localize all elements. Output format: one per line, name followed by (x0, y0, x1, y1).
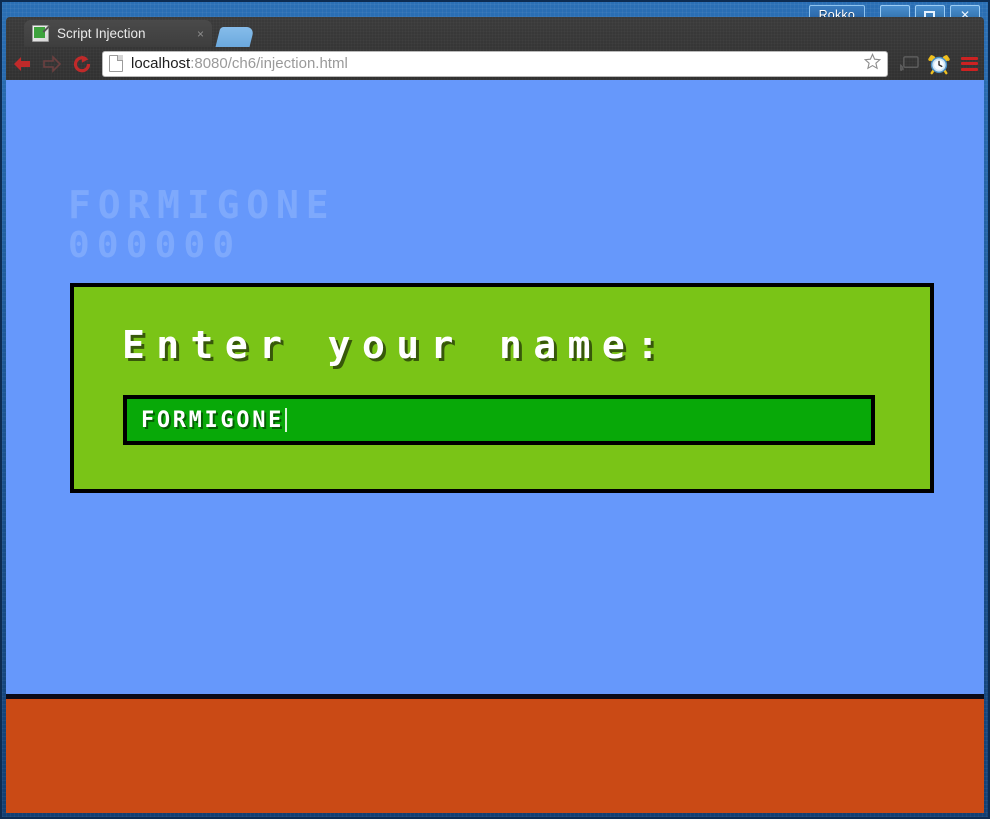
hud-player-name: FORMIGONE (68, 183, 336, 227)
name-entry-panel: Enter your name: FORMIGONE (70, 283, 934, 493)
tab-script-injection[interactable]: Script Injection × (24, 20, 212, 47)
browser-chrome: Script Injection × localhost:8080/ch6/in… (6, 17, 984, 80)
browser-window: Rokko Script Injection × (0, 0, 990, 819)
browser-toolbar: localhost:8080/ch6/injection.html (6, 47, 984, 80)
url-host: localhost (131, 56, 191, 71)
close-icon[interactable]: × (193, 27, 204, 41)
page-viewport: FORMIGONE 000000 Enter your name: FORMIG… (6, 80, 984, 813)
document-green-icon (32, 25, 49, 42)
reload-icon[interactable] (68, 50, 96, 78)
text-caret (284, 408, 287, 432)
tab-title: Script Injection (57, 26, 146, 41)
url-text: localhost:8080/ch6/injection.html (131, 56, 858, 71)
cast-icon[interactable] (894, 50, 924, 78)
new-tab-button[interactable] (215, 27, 255, 47)
name-input[interactable]: FORMIGONE (123, 395, 875, 445)
url-bar[interactable]: localhost:8080/ch6/injection.html (102, 50, 888, 77)
tab-strip: Script Injection × (6, 17, 984, 47)
prompt-label: Enter your name: (122, 323, 671, 367)
hud-score: 000000 (68, 225, 242, 266)
ground-strip (6, 694, 984, 813)
hamburger-menu-icon[interactable] (954, 50, 984, 78)
star-icon[interactable] (863, 52, 882, 75)
forward-arrow-icon (38, 50, 66, 78)
name-input-value: FORMIGONE (141, 407, 284, 433)
hud-overlay: FORMIGONE 000000 (68, 186, 335, 264)
url-path: :8080/ch6/injection.html (190, 56, 348, 71)
menu-lines (960, 56, 978, 71)
page-icon (109, 55, 123, 72)
back-arrow-icon[interactable] (8, 50, 36, 78)
alarm-clock-icon[interactable] (924, 50, 954, 78)
